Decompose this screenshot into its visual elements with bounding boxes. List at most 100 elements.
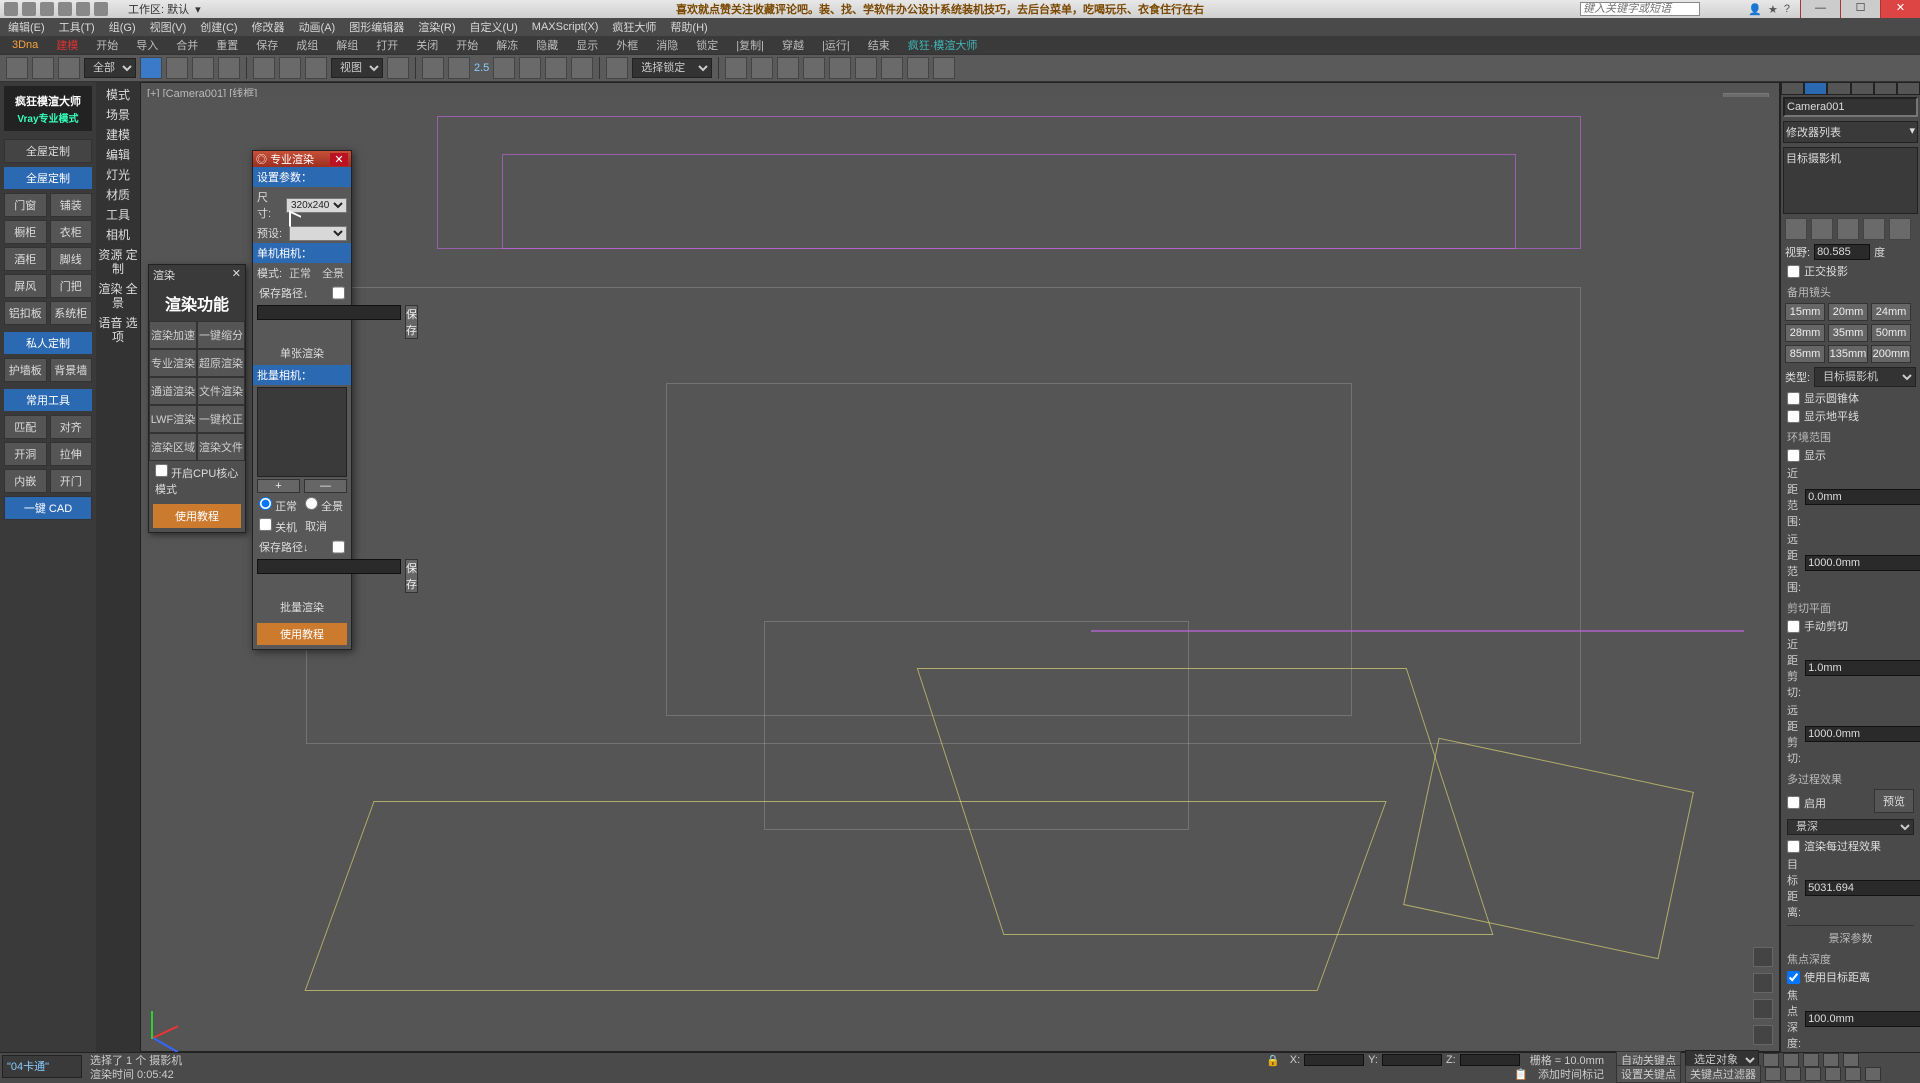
p1-shrink[interactable]: 一键缩分 [197,321,245,349]
menu-plugin[interactable]: 疯狂大师 [612,19,656,35]
p1-file[interactable]: 文件渲染 [197,377,245,405]
pro-render-dialog[interactable]: ◎ 专业渲染✕ 设置参数： 尺寸:320x240 预设: 单机相机： 模式:正常… [252,150,352,650]
z-input[interactable] [1460,1054,1520,1066]
cnear-input[interactable] [1805,660,1920,676]
cone-check[interactable] [1787,392,1800,405]
menu-group[interactable]: 组(G) [109,19,136,35]
lens-200[interactable]: 200mm [1871,345,1911,363]
menu-graph[interactable]: 图形编辑器 [349,19,404,35]
preview-button[interactable]: 预览 [1874,789,1914,813]
env-show-check[interactable] [1787,449,1800,462]
rib-5[interactable]: 重置 [216,37,238,53]
select-window-icon[interactable] [218,57,240,79]
rotate-icon[interactable] [279,57,301,79]
render-functions-panel[interactable]: 渲染✕ 渲染功能 渲染加速一键缩分 专业渲染超原渲染 通道渲染文件渲染 LWF渲… [148,264,246,533]
rib-4[interactable]: 合并 [176,37,198,53]
btn-wardrobe[interactable]: 衣柜 [50,220,93,244]
btn-align[interactable]: 对齐 [50,415,93,439]
lens-24[interactable]: 24mm [1871,303,1911,321]
config-icon[interactable] [1889,218,1911,240]
add-button[interactable]: + [257,479,300,493]
savepath1-input[interactable] [257,305,401,320]
btn-cabinet[interactable]: 橱柜 [4,220,47,244]
render-frame-icon[interactable] [907,57,929,79]
zoom-icon[interactable] [1753,1025,1773,1045]
cam-type-select[interactable]: 目标摄影机 [1814,367,1916,387]
horizon-check[interactable] [1787,410,1800,423]
single-render-button[interactable]: 单张渲染 [253,341,351,365]
prev-icon[interactable] [1783,1053,1799,1067]
savepath2-check[interactable] [332,539,345,555]
rail-tool[interactable]: 工具 [106,208,130,222]
btn-paving[interactable]: 铺装 [50,193,93,217]
menu-edit[interactable]: 编辑(E) [8,19,45,35]
lens-28[interactable]: 28mm [1785,324,1825,342]
p1-correct[interactable]: 一键校正 [197,405,245,433]
help-icon[interactable]: ? [1784,3,1790,16]
star-icon[interactable]: ★ [1768,3,1778,16]
pan-icon[interactable] [1753,999,1773,1019]
lens-135[interactable]: 135mm [1828,345,1868,363]
rib-9[interactable]: 打开 [376,37,398,53]
menu-help[interactable]: 帮助(H) [670,19,707,35]
refcoord-select[interactable]: 视图 [331,58,383,78]
lens-15[interactable]: 15mm [1785,303,1825,321]
p1-super[interactable]: 超原渲染 [197,349,245,377]
save2-button[interactable]: 保存 [405,559,418,593]
rib-18[interactable]: |复制| [736,37,764,53]
p1-accel[interactable]: 渲染加速 [149,321,197,349]
menu-view[interactable]: 视图(V) [150,19,187,35]
schematic-icon[interactable] [829,57,851,79]
rib-7[interactable]: 成组 [296,37,318,53]
app-icon[interactable] [4,2,18,16]
rib-14[interactable]: 显示 [576,37,598,53]
btn-wine[interactable]: 酒柜 [4,247,47,271]
cancel-button[interactable]: 取消 [305,518,327,535]
enable-check[interactable] [1787,796,1800,809]
new-icon[interactable] [22,2,36,16]
menu-maxscript[interactable]: MAXScript(X) [532,21,599,33]
next-icon[interactable] [1823,1053,1839,1067]
cfar-input[interactable] [1805,726,1920,742]
goto-end-icon[interactable] [1843,1053,1859,1067]
rib-15[interactable]: 外框 [616,37,638,53]
save1-button[interactable]: 保存 [405,305,418,339]
scale-icon[interactable] [305,57,327,79]
lens-20[interactable]: 20mm [1828,303,1868,321]
x-input[interactable] [1304,1054,1364,1066]
rail-render[interactable]: 渲染 全景 [98,282,138,310]
manip-icon[interactable] [422,57,444,79]
btn-syscab[interactable]: 系统柜 [50,301,93,325]
lens-85[interactable]: 85mm [1785,345,1825,363]
far-input[interactable] [1805,555,1920,571]
effect-select[interactable]: 景深 [1787,819,1914,835]
rail-mode[interactable]: 模式 [106,88,130,102]
unique-icon[interactable] [1837,218,1859,240]
curve-editor-icon[interactable] [803,57,825,79]
orbit-icon[interactable] [1753,973,1773,993]
btn-cad[interactable]: 一键 CAD [4,496,92,520]
angle-snap-icon[interactable] [519,57,541,79]
render-setup-icon[interactable] [881,57,903,79]
hdr-private[interactable]: 私人定制 [4,332,92,354]
named-sel-select[interactable]: 选择锁定 [632,58,712,78]
btn-inset[interactable]: 内嵌 [4,469,47,493]
nav2-icon[interactable] [1785,1067,1801,1081]
spinner-snap-icon[interactable] [571,57,593,79]
p1-pro[interactable]: 专业渲染 [149,349,197,377]
rail-edit[interactable]: 编辑 [106,148,130,162]
rail-model[interactable]: 建模 [106,128,130,142]
ortho-check[interactable] [1787,265,1800,278]
percent-snap-icon[interactable] [545,57,567,79]
rail-cam[interactable]: 相机 [106,228,130,242]
focal-input[interactable] [1805,1011,1920,1027]
p1-channel[interactable]: 通道渲染 [149,377,197,405]
menu-modifiers[interactable]: 修改器 [252,19,285,35]
open-icon[interactable] [40,2,54,16]
rib-10[interactable]: 关闭 [416,37,438,53]
btn-skirt[interactable]: 脚线 [50,247,93,271]
tab-display[interactable] [1874,82,1897,95]
bind-icon[interactable] [58,57,80,79]
tab-hierarchy[interactable] [1827,82,1850,95]
undo-icon[interactable] [76,2,90,16]
